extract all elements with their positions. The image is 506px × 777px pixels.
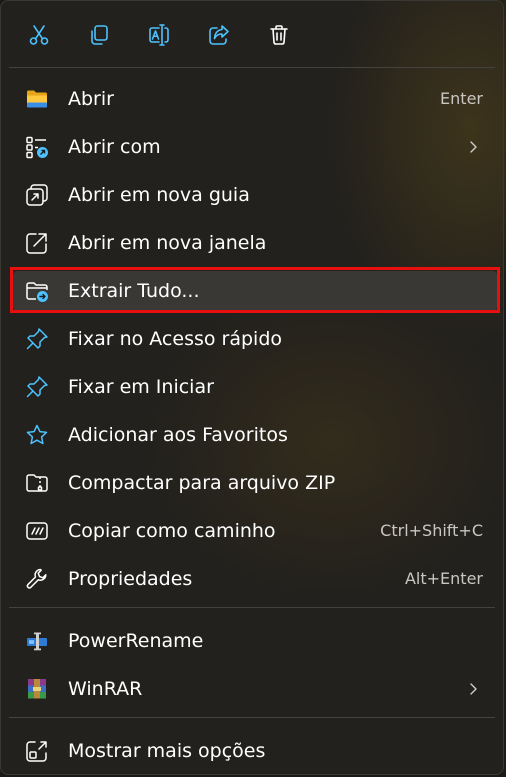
menu-item-label: Extrair Tudo... xyxy=(68,280,200,302)
extract-folder-icon xyxy=(26,282,48,302)
menu-item-shortcut: Alt+Enter xyxy=(404,569,483,588)
menu-item-label: PowerRename xyxy=(68,630,204,652)
menu-item-pin-quick-access[interactable]: Fixar no Acesso rápido xyxy=(13,319,497,359)
new-window-icon xyxy=(26,233,47,254)
menu-item-label: Compactar para arquivo ZIP xyxy=(68,472,336,494)
menu-item-powerrename[interactable]: PowerRename xyxy=(13,621,497,661)
menu-item-label: Abrir xyxy=(68,88,114,110)
new-tab-icon xyxy=(26,184,48,206)
open-with-icon xyxy=(26,136,48,159)
menu-item-label: Adicionar aos Favoritos xyxy=(68,424,288,446)
menu-item-properties[interactable]: Propriedades Alt+Enter xyxy=(13,559,497,599)
copy-path-icon xyxy=(26,522,48,540)
menu-separator xyxy=(9,717,495,718)
trash-icon xyxy=(270,25,288,45)
menu-separator xyxy=(9,607,495,608)
menu-item-show-more-options[interactable]: Mostrar mais opções xyxy=(13,731,497,771)
more-options-icon xyxy=(26,741,47,762)
pin-icon xyxy=(26,328,48,350)
menu-item-label: WinRAR xyxy=(68,678,143,700)
wrench-icon xyxy=(26,568,47,589)
star-icon xyxy=(26,424,48,445)
menu-item-label: Fixar em Iniciar xyxy=(68,376,214,398)
menu-item-label: Abrir em nova janela xyxy=(68,232,267,254)
context-menu: Abrir Enter Abrir com Abrir em nova guia… xyxy=(0,0,504,775)
menu-item-open-new-window[interactable]: Abrir em nova janela xyxy=(13,223,497,263)
rename-button[interactable] xyxy=(139,15,179,55)
delete-button[interactable] xyxy=(259,15,299,55)
powerrename-icon xyxy=(27,632,47,651)
share-button[interactable] xyxy=(199,15,239,55)
menu-item-copy-path[interactable]: Copiar como caminho Ctrl+Shift+C xyxy=(13,511,497,551)
chevron-right-icon xyxy=(470,683,477,695)
pin-icon xyxy=(26,376,48,398)
zip-icon xyxy=(26,474,48,492)
menu-item-pin-start[interactable]: Fixar em Iniciar xyxy=(13,367,497,407)
toolbar-separator xyxy=(9,67,495,68)
copy-button[interactable] xyxy=(79,15,119,55)
menu-item-open-new-tab[interactable]: Abrir em nova guia xyxy=(13,175,497,215)
menu-item-label: Propriedades xyxy=(68,568,193,590)
cut-button[interactable] xyxy=(19,15,59,55)
context-menu-toolbar xyxy=(1,1,503,67)
menu-item-winrar[interactable]: WinRAR xyxy=(13,669,497,709)
menu-item-shortcut: Enter xyxy=(440,89,483,108)
menu-item-open[interactable]: Abrir Enter xyxy=(13,79,497,119)
menu-item-label: Fixar no Acesso rápido xyxy=(68,328,283,350)
menu-item-compress-zip[interactable]: Compactar para arquivo ZIP xyxy=(13,463,497,503)
menu-item-shortcut: Ctrl+Shift+C xyxy=(380,521,483,540)
menu-item-add-favorites[interactable]: Adicionar aos Favoritos xyxy=(13,415,497,455)
rename-icon xyxy=(149,24,169,46)
copy-icon xyxy=(91,25,108,45)
menu-item-extract-all[interactable]: Extrair Tudo... xyxy=(13,271,497,311)
menu-item-label: Abrir com xyxy=(68,136,161,158)
folder-icon xyxy=(27,90,47,108)
menu-item-label: Copiar como caminho xyxy=(68,520,276,542)
winrar-icon xyxy=(28,679,46,699)
share-icon xyxy=(209,25,229,45)
menu-item-label: Abrir em nova guia xyxy=(68,184,250,206)
menu-item-open-with[interactable]: Abrir com xyxy=(13,127,497,167)
menu-item-label: Mostrar mais opções xyxy=(68,740,266,762)
chevron-right-icon xyxy=(470,141,477,153)
scissors-icon xyxy=(29,25,49,45)
